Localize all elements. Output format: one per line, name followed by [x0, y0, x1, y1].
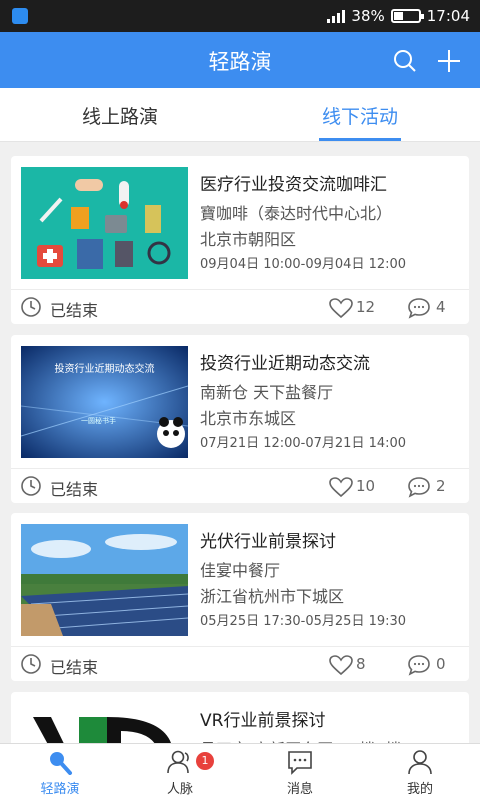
profile-icon [408, 750, 432, 775]
roadshow-icon [50, 752, 72, 775]
notification-badge: 1 [196, 752, 214, 770]
like-count: 10 [356, 477, 376, 495]
nav-label: 轻路演 [40, 782, 80, 797]
card-footer: 已结束 12 4 [11, 290, 469, 324]
battery-icon [390, 9, 424, 23]
event-title: 医疗行业投资交流咖啡汇 [200, 175, 387, 195]
comment-count: 0 [436, 655, 446, 673]
clock: 17:04 [426, 7, 470, 25]
event-venue: 南新仓 天下盐餐厅 [200, 383, 334, 402]
tab-offline-events[interactable]: 线下活动 [240, 102, 480, 129]
status-bar: 38% 17:04 [0, 0, 480, 32]
comment-icon[interactable] [407, 654, 431, 676]
heart-icon[interactable] [329, 298, 353, 318]
event-time: 07月21日 12:00-07月21日 14:00 [200, 436, 407, 451]
event-venue: 佳宴中餐厅 [200, 561, 281, 580]
nav-label: 人脉 [166, 782, 193, 797]
event-status: 已结束 [50, 480, 99, 499]
event-title: VR行业前景探讨 [200, 711, 326, 731]
app-notification-icon [12, 8, 28, 24]
event-city: 北京市东城区 [200, 409, 297, 428]
event-title: 投资行业近期动态交流 [200, 354, 370, 374]
card-footer: 已结束 8 0 [11, 647, 469, 681]
comment-icon[interactable] [407, 297, 431, 319]
like-count: 12 [356, 298, 376, 316]
tab-bar: 线上路演 线下活动 [0, 88, 480, 142]
event-venue: 寶咖啡（泰达时代中心北） [200, 204, 393, 223]
heart-icon[interactable] [329, 477, 353, 497]
contacts-icon [167, 750, 189, 774]
event-image-medical [21, 167, 188, 279]
event-time: 05月25日 17:30-05月25日 19:30 [200, 614, 407, 629]
heart-icon[interactable] [329, 655, 353, 675]
bottom-nav: 轻路演 1 人脉 消息 我的 [0, 743, 480, 800]
tab-online-roadshow[interactable]: 线上路演 [0, 102, 240, 129]
comment-count: 4 [436, 298, 446, 316]
app-header: 轻路演 [0, 32, 480, 88]
event-city: 浙江省杭州市下城区 [200, 587, 345, 606]
comment-icon[interactable] [407, 476, 431, 498]
comment-count: 2 [436, 477, 446, 495]
battery-percent: 38% [351, 7, 385, 25]
nav-messages[interactable]: 消息 [240, 744, 360, 800]
nav-roadshow[interactable]: 轻路演 [0, 744, 120, 800]
event-card[interactable]: 医疗行业投资交流咖啡汇 寶咖啡（泰达时代中心北） 北京市朝阳区 09月04日 1… [11, 156, 469, 324]
event-card[interactable]: 投资行业近期动态交流 一圆秘书手 投资行业近期动态交流 南新仓 天下盐餐厅 北京… [11, 335, 469, 503]
message-icon [288, 751, 312, 775]
nav-label: 消息 [286, 782, 313, 797]
clock-icon [21, 476, 41, 496]
like-count: 8 [356, 655, 366, 673]
nav-contacts[interactable]: 1 人脉 [120, 744, 240, 800]
event-status: 已结束 [50, 301, 99, 320]
clock-icon [21, 654, 41, 674]
card-footer: 已结束 10 2 [11, 469, 469, 503]
active-tab-indicator [319, 138, 401, 141]
event-image-finance: 投资行业近期动态交流 一圆秘书手 [21, 346, 188, 458]
nav-label: 我的 [406, 782, 433, 797]
event-status: 已结束 [50, 658, 99, 677]
search-icon[interactable] [393, 49, 417, 73]
nav-profile[interactable]: 我的 [360, 744, 480, 800]
image-subcaption: 一圆秘书手 [81, 417, 116, 425]
plus-icon[interactable] [436, 48, 462, 74]
event-title: 光伏行业前景探讨 [200, 532, 336, 552]
event-city: 北京市朝阳区 [200, 230, 297, 249]
event-time: 09月04日 10:00-09月04日 12:00 [200, 257, 407, 272]
event-card[interactable]: 光伏行业前景探讨 佳宴中餐厅 浙江省杭州市下城区 05月25日 17:30-05… [11, 513, 469, 681]
event-image-solar [21, 524, 188, 636]
image-caption: 投资行业近期动态交流 [54, 364, 155, 375]
clock-icon [21, 297, 41, 317]
signal-icon [327, 9, 346, 23]
